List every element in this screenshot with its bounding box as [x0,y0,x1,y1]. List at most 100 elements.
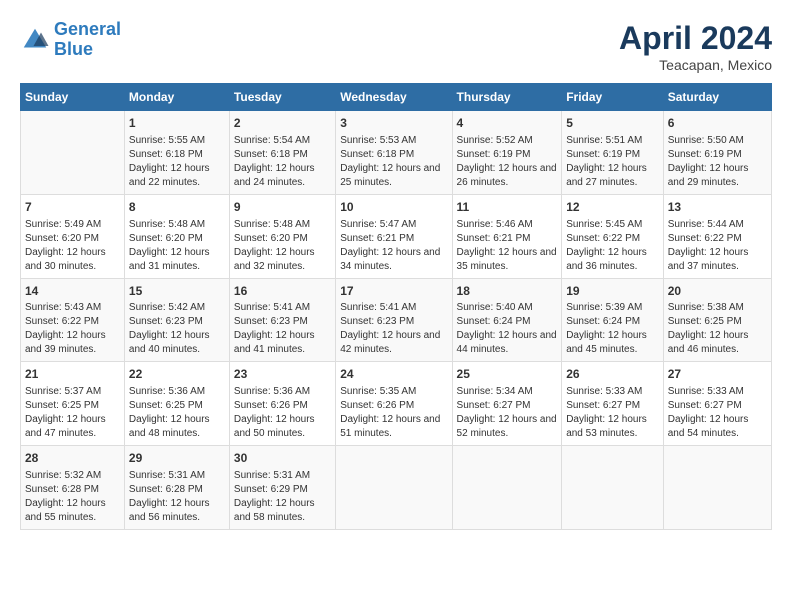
calendar-cell: 7 Sunrise: 5:49 AMSunset: 6:20 PMDaylight… [21,194,125,278]
calendar-week-5: 28 Sunrise: 5:32 AMSunset: 6:28 PMDayligh… [21,446,772,530]
day-info: Sunrise: 5:46 AMSunset: 6:21 PMDaylight:… [457,218,558,274]
day-info: Sunrise: 5:31 AMSunset: 6:28 PMDaylight:… [129,469,225,525]
day-number: 20 [668,283,767,300]
day-info: Sunrise: 5:45 AMSunset: 6:22 PMDaylight:… [566,218,659,274]
day-info: Sunrise: 5:55 AMSunset: 6:18 PMDaylight:… [129,134,225,190]
page-header: General Blue April 2024 Teacapan, Mexico [20,20,772,73]
day-info: Sunrise: 5:31 AMSunset: 6:29 PMDaylight:… [234,469,331,525]
calendar-cell: 12 Sunrise: 5:45 AMSunset: 6:22 PMDayligh… [562,194,664,278]
calendar-cell: 4Sunrise: 5:52 AMSunset: 6:19 PMDaylight… [452,111,562,195]
calendar-cell: 3 Sunrise: 5:53 AMSunset: 6:18 PMDaylight… [336,111,452,195]
day-info: Sunrise: 5:36 AMSunset: 6:25 PMDaylight:… [129,385,225,441]
day-number: 4 [457,115,558,132]
day-info: Sunrise: 5:41 AMSunset: 6:23 PMDaylight:… [340,301,447,357]
col-header-monday: Monday [124,84,229,111]
day-info: Sunrise: 5:49 AMSunset: 6:20 PMDaylight:… [25,218,120,274]
calendar-cell: 8Sunrise: 5:48 AMSunset: 6:20 PMDaylight… [124,194,229,278]
day-number: 12 [566,199,659,216]
day-number: 24 [340,366,447,383]
calendar-week-4: 21 Sunrise: 5:37 AMSunset: 6:25 PMDayligh… [21,362,772,446]
calendar-cell [452,446,562,530]
day-number: 22 [129,366,225,383]
col-header-saturday: Saturday [663,84,771,111]
day-info: Sunrise: 5:42 AMSunset: 6:23 PMDaylight:… [129,301,225,357]
day-info: Sunrise: 5:32 AMSunset: 6:28 PMDaylight:… [25,469,120,525]
calendar-cell: 28 Sunrise: 5:32 AMSunset: 6:28 PMDayligh… [21,446,125,530]
day-number: 11 [457,199,558,216]
day-number: 27 [668,366,767,383]
logo-icon [20,25,50,55]
day-info: Sunrise: 5:51 AMSunset: 6:19 PMDaylight:… [566,134,659,190]
day-info: Sunrise: 5:35 AMSunset: 6:26 PMDaylight:… [340,385,447,441]
day-number: 15 [129,283,225,300]
day-number: 7 [25,199,120,216]
col-header-tuesday: Tuesday [229,84,335,111]
calendar-cell: 19Sunrise: 5:39 AMSunset: 6:24 PMDayligh… [562,278,664,362]
calendar-cell: 13Sunrise: 5:44 AMSunset: 6:22 PMDayligh… [663,194,771,278]
day-number: 19 [566,283,659,300]
title-area: April 2024 Teacapan, Mexico [619,20,772,73]
day-number: 1 [129,115,225,132]
day-info: Sunrise: 5:34 AMSunset: 6:27 PMDaylight:… [457,385,558,441]
calendar-week-3: 14Sunrise: 5:43 AMSunset: 6:22 PMDayligh… [21,278,772,362]
day-number: 8 [129,199,225,216]
calendar-cell [336,446,452,530]
day-number: 2 [234,115,331,132]
day-info: Sunrise: 5:54 AMSunset: 6:18 PMDaylight:… [234,134,331,190]
calendar-cell: 2 Sunrise: 5:54 AMSunset: 6:18 PMDaylight… [229,111,335,195]
calendar-cell: 18Sunrise: 5:40 AMSunset: 6:24 PMDayligh… [452,278,562,362]
calendar-cell: 16Sunrise: 5:41 AMSunset: 6:23 PMDayligh… [229,278,335,362]
calendar-cell: 27 Sunrise: 5:33 AMSunset: 6:27 PMDayligh… [663,362,771,446]
calendar-week-1: 1 Sunrise: 5:55 AMSunset: 6:18 PMDaylight… [21,111,772,195]
day-number: 23 [234,366,331,383]
calendar-cell: 30Sunrise: 5:31 AMSunset: 6:29 PMDayligh… [229,446,335,530]
day-info: Sunrise: 5:43 AMSunset: 6:22 PMDaylight:… [25,301,120,357]
calendar-cell: 15Sunrise: 5:42 AMSunset: 6:23 PMDayligh… [124,278,229,362]
calendar-header-row: SundayMondayTuesdayWednesdayThursdayFrid… [21,84,772,111]
day-number: 5 [566,115,659,132]
calendar-cell: 14Sunrise: 5:43 AMSunset: 6:22 PMDayligh… [21,278,125,362]
day-info: Sunrise: 5:33 AMSunset: 6:27 PMDaylight:… [566,385,659,441]
calendar-week-2: 7 Sunrise: 5:49 AMSunset: 6:20 PMDaylight… [21,194,772,278]
day-info: Sunrise: 5:53 AMSunset: 6:18 PMDaylight:… [340,134,447,190]
logo-line2: Blue [54,39,93,59]
calendar-table: SundayMondayTuesdayWednesdayThursdayFrid… [20,83,772,530]
calendar-cell: 24 Sunrise: 5:35 AMSunset: 6:26 PMDayligh… [336,362,452,446]
col-header-wednesday: Wednesday [336,84,452,111]
calendar-cell: 10Sunrise: 5:47 AMSunset: 6:21 PMDayligh… [336,194,452,278]
calendar-cell: 25 Sunrise: 5:34 AMSunset: 6:27 PMDayligh… [452,362,562,446]
day-number: 14 [25,283,120,300]
day-info: Sunrise: 5:39 AMSunset: 6:24 PMDaylight:… [566,301,659,357]
day-info: Sunrise: 5:36 AMSunset: 6:26 PMDaylight:… [234,385,331,441]
day-number: 28 [25,450,120,467]
day-number: 17 [340,283,447,300]
logo: General Blue [20,20,121,60]
calendar-cell: 21 Sunrise: 5:37 AMSunset: 6:25 PMDayligh… [21,362,125,446]
day-info: Sunrise: 5:38 AMSunset: 6:25 PMDaylight:… [668,301,767,357]
calendar-cell [21,111,125,195]
logo-text: General Blue [54,20,121,60]
calendar-cell: 1 Sunrise: 5:55 AMSunset: 6:18 PMDaylight… [124,111,229,195]
day-info: Sunrise: 5:47 AMSunset: 6:21 PMDaylight:… [340,218,447,274]
day-info: Sunrise: 5:41 AMSunset: 6:23 PMDaylight:… [234,301,331,357]
day-number: 26 [566,366,659,383]
calendar-cell: 23 Sunrise: 5:36 AMSunset: 6:26 PMDayligh… [229,362,335,446]
calendar-cell: 17Sunrise: 5:41 AMSunset: 6:23 PMDayligh… [336,278,452,362]
calendar-cell: 26 Sunrise: 5:33 AMSunset: 6:27 PMDayligh… [562,362,664,446]
day-number: 3 [340,115,447,132]
day-number: 6 [668,115,767,132]
day-number: 29 [129,450,225,467]
day-number: 13 [668,199,767,216]
day-number: 18 [457,283,558,300]
calendar-cell [562,446,664,530]
calendar-cell: 9Sunrise: 5:48 AMSunset: 6:20 PMDaylight… [229,194,335,278]
col-header-friday: Friday [562,84,664,111]
calendar-cell: 20Sunrise: 5:38 AMSunset: 6:25 PMDayligh… [663,278,771,362]
day-number: 16 [234,283,331,300]
col-header-thursday: Thursday [452,84,562,111]
day-number: 25 [457,366,558,383]
day-info: Sunrise: 5:37 AMSunset: 6:25 PMDaylight:… [25,385,120,441]
calendar-cell: 11 Sunrise: 5:46 AMSunset: 6:21 PMDayligh… [452,194,562,278]
day-number: 21 [25,366,120,383]
day-info: Sunrise: 5:33 AMSunset: 6:27 PMDaylight:… [668,385,767,441]
